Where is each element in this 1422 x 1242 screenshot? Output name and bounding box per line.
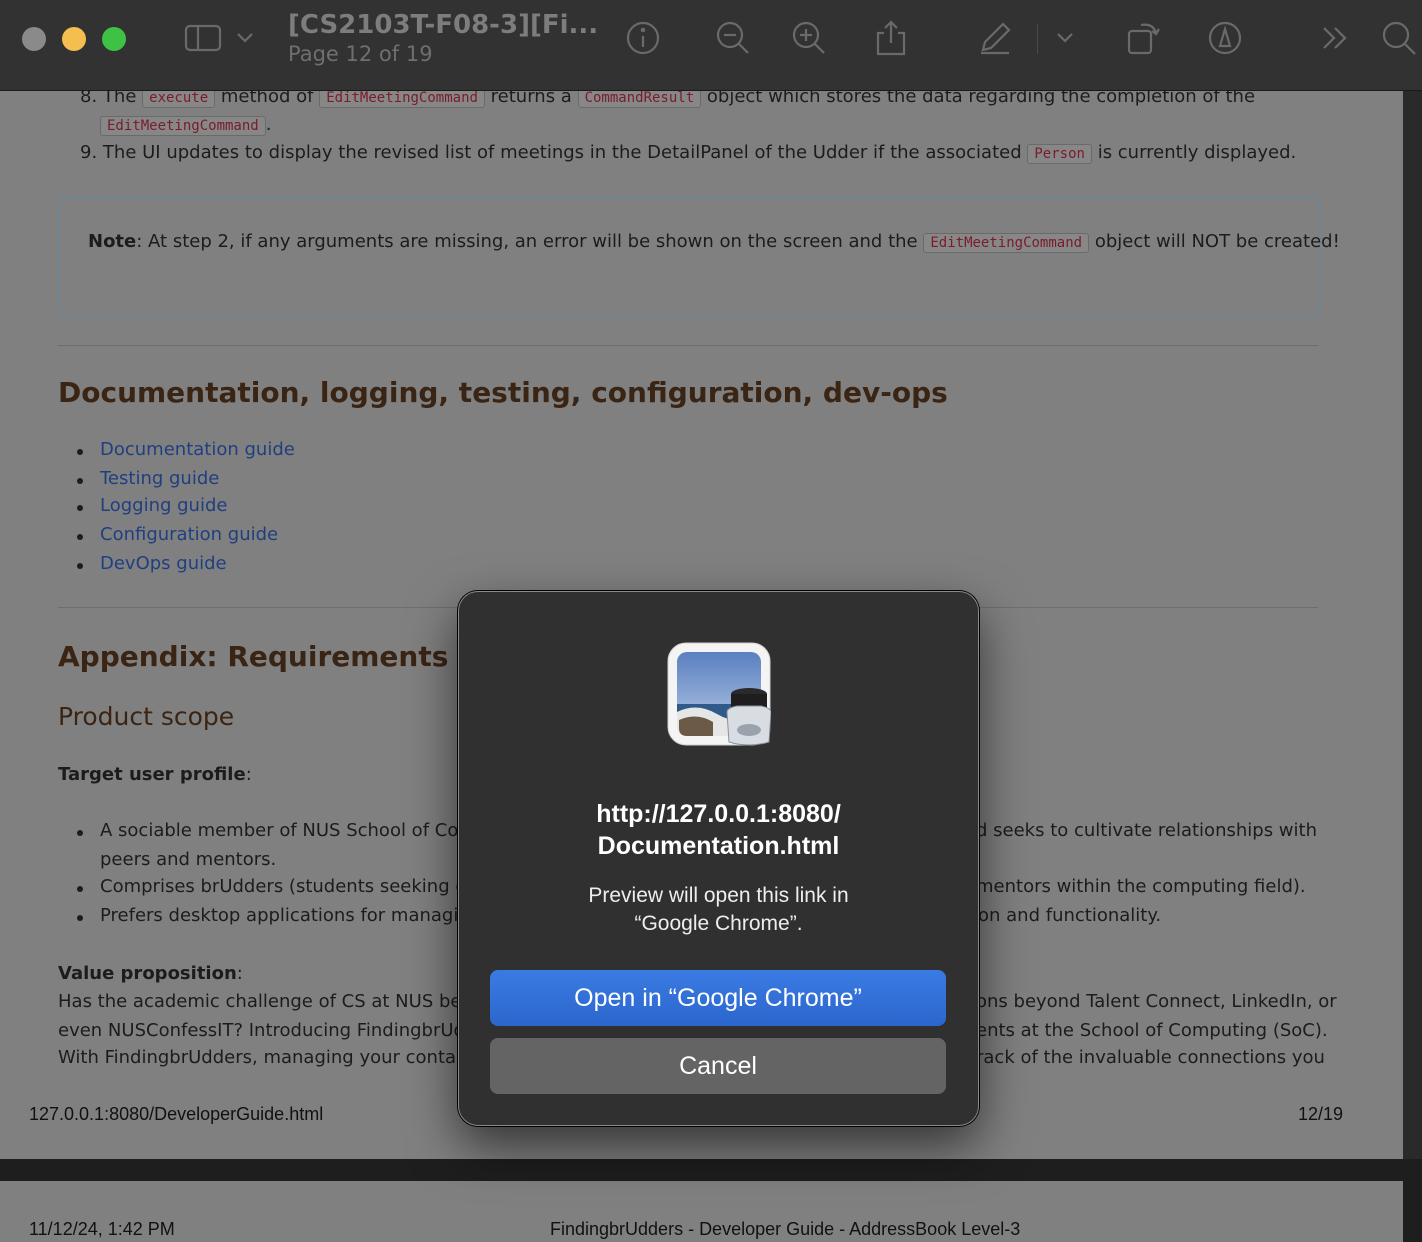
bullet-text: d seeks to cultivate relationships with [976, 820, 1317, 841]
bullet [77, 449, 83, 455]
bold-label: Target user profile [58, 764, 246, 785]
step-number: 8. [80, 91, 98, 107]
page-gap [0, 1159, 1422, 1181]
page-footer-number: 12/19 [1298, 1104, 1344, 1124]
paragraph-text: rack of the invaluable connections you [976, 1047, 1325, 1068]
scrollbar-track[interactable] [1403, 91, 1422, 1159]
target-user-label: Target user profile: [58, 764, 252, 785]
step-number: 9. [80, 142, 98, 163]
bullet-text: on and functionality. [978, 905, 1162, 926]
note-text: Note: At step 2, if any arguments are mi… [88, 231, 1340, 253]
bullet [77, 534, 83, 540]
bullet [77, 886, 83, 892]
bullet-text: peers and mentors. [100, 849, 277, 870]
step-text: is currently displayed. [1097, 142, 1297, 163]
note-body: : At step 2, if any arguments are missin… [136, 231, 918, 252]
more-icon[interactable] [1316, 18, 1354, 58]
note-body: object will NOT be created! [1094, 231, 1340, 252]
inline-code: CommandResult [577, 91, 702, 108]
preview-app-icon [667, 642, 772, 748]
note-label: Note [88, 231, 137, 252]
list-item-step-8-cont: EditMeetingCommand. [100, 114, 272, 136]
bullet-text: Comprises brUdders (students seeking gui… [100, 876, 495, 897]
bullet [77, 505, 83, 511]
section-heading: Documentation, logging, testing, configu… [58, 376, 948, 409]
paragraph-text: ons beyond Talent Connect, LinkedIn, or [976, 991, 1337, 1012]
sidebar-icon[interactable] [184, 18, 222, 58]
link-devops-guide[interactable]: DevOps guide [100, 553, 227, 574]
bullet [77, 478, 83, 484]
zoom-in-icon[interactable] [790, 18, 828, 58]
value-proposition-label: Value proposition: [58, 963, 243, 984]
chevron-down-icon[interactable] [230, 18, 260, 58]
zoom-out-icon[interactable] [714, 18, 752, 58]
markup-pen-icon[interactable] [976, 18, 1014, 58]
open-link-dialog: http://127.0.0.1:8080/ Documentation.htm… [458, 591, 979, 1126]
page-footer-url: 127.0.0.1:8080/DeveloperGuide.html [29, 1104, 324, 1124]
rotate-icon[interactable] [1124, 18, 1162, 58]
search-icon[interactable] [1380, 18, 1418, 58]
document-title: [CS2103T-F08-3][Fi... [288, 10, 599, 40]
page-indicator: Page 12 of 19 [288, 42, 433, 66]
step-text: object which stores the data regarding t… [706, 91, 1256, 107]
page-header-title: FindingbrUdders - Developer Guide - Addr… [550, 1219, 1021, 1239]
step-text: The UI updates to display the revised li… [102, 142, 1022, 163]
note-box: Note: At step 2, if any arguments are mi… [58, 197, 1340, 317]
bullet-text: mentors within the computing field). [976, 876, 1306, 897]
colon: : [245, 764, 252, 785]
link-documentation-guide[interactable]: Documentation guide [100, 439, 295, 460]
bullet-text: Prefers desktop applications for managin… [100, 905, 482, 926]
subsection-heading: Product scope [58, 702, 235, 731]
paragraph-text: even NUSConfessIT? Introducing Findingbr… [58, 1020, 488, 1041]
inline-code: Person [1027, 144, 1092, 164]
paragraph-text: With FindingbrUdders, managing your cont… [58, 1047, 500, 1068]
section-heading: Appendix: Requirements [58, 640, 449, 673]
divider [58, 345, 1318, 346]
dialog-message: Preview will open this link in “Google C… [459, 882, 978, 938]
minimize-window-button[interactable] [62, 27, 86, 51]
step-text: . [265, 114, 272, 135]
dialog-title: http://127.0.0.1:8080/ Documentation.htm… [459, 798, 978, 862]
paragraph-text: ents at the School of Computing (SoC). [976, 1020, 1328, 1041]
step-text: returns a [490, 91, 572, 107]
inline-code: EditMeetingCommand [100, 116, 266, 136]
dialog-message-line: “Google Chrome”. [634, 912, 803, 935]
pdf-page-next: 11/12/24, 1:42 PM FindingbrUdders - Deve… [0, 1181, 1403, 1242]
bullet [77, 563, 83, 569]
highlight-icon[interactable] [1206, 18, 1244, 58]
link-configuration-guide[interactable]: Configuration guide [100, 524, 278, 545]
link-logging-guide[interactable]: Logging guide [100, 495, 227, 516]
bullet [77, 915, 83, 921]
step-text: method of [220, 91, 314, 107]
toolbar-divider [1037, 24, 1038, 54]
info-icon[interactable] [624, 18, 662, 58]
dialog-message-line: Preview will open this link in [588, 884, 849, 907]
share-icon[interactable] [872, 18, 910, 58]
bullet [77, 830, 83, 836]
toolbar: [CS2103T-F08-3][Fi... Page 12 of 19 [0, 0, 1422, 91]
step-text: The [102, 91, 137, 107]
inline-code: EditMeetingCommand [923, 233, 1090, 253]
chevron-down-icon[interactable] [1050, 18, 1080, 58]
cancel-button[interactable]: Cancel [490, 1038, 946, 1094]
dialog-title-line: http://127.0.0.1:8080/ [596, 800, 841, 828]
close-window-button[interactable] [22, 27, 46, 51]
open-in-chrome-button[interactable]: Open in “Google Chrome” [490, 970, 946, 1026]
bullet-text: A sociable member of NUS School of Comp [100, 820, 488, 841]
colon: : [236, 963, 243, 984]
bold-label: Value proposition [58, 963, 237, 984]
list-item-step-8: 8. The execute method of EditMeetingComm… [80, 91, 1256, 108]
inline-code: execute [142, 91, 216, 108]
list-item-step-9: 9. The UI updates to display the revised… [80, 142, 1297, 164]
dialog-title-line: Documentation.html [597, 832, 840, 860]
page-header-date: 11/12/24, 1:42 PM [29, 1219, 175, 1239]
zoom-window-button[interactable] [102, 27, 126, 51]
link-testing-guide[interactable]: Testing guide [100, 468, 219, 489]
inline-code: EditMeetingCommand [319, 91, 485, 108]
paragraph-text: Has the academic challenge of CS at NUS … [58, 991, 500, 1012]
